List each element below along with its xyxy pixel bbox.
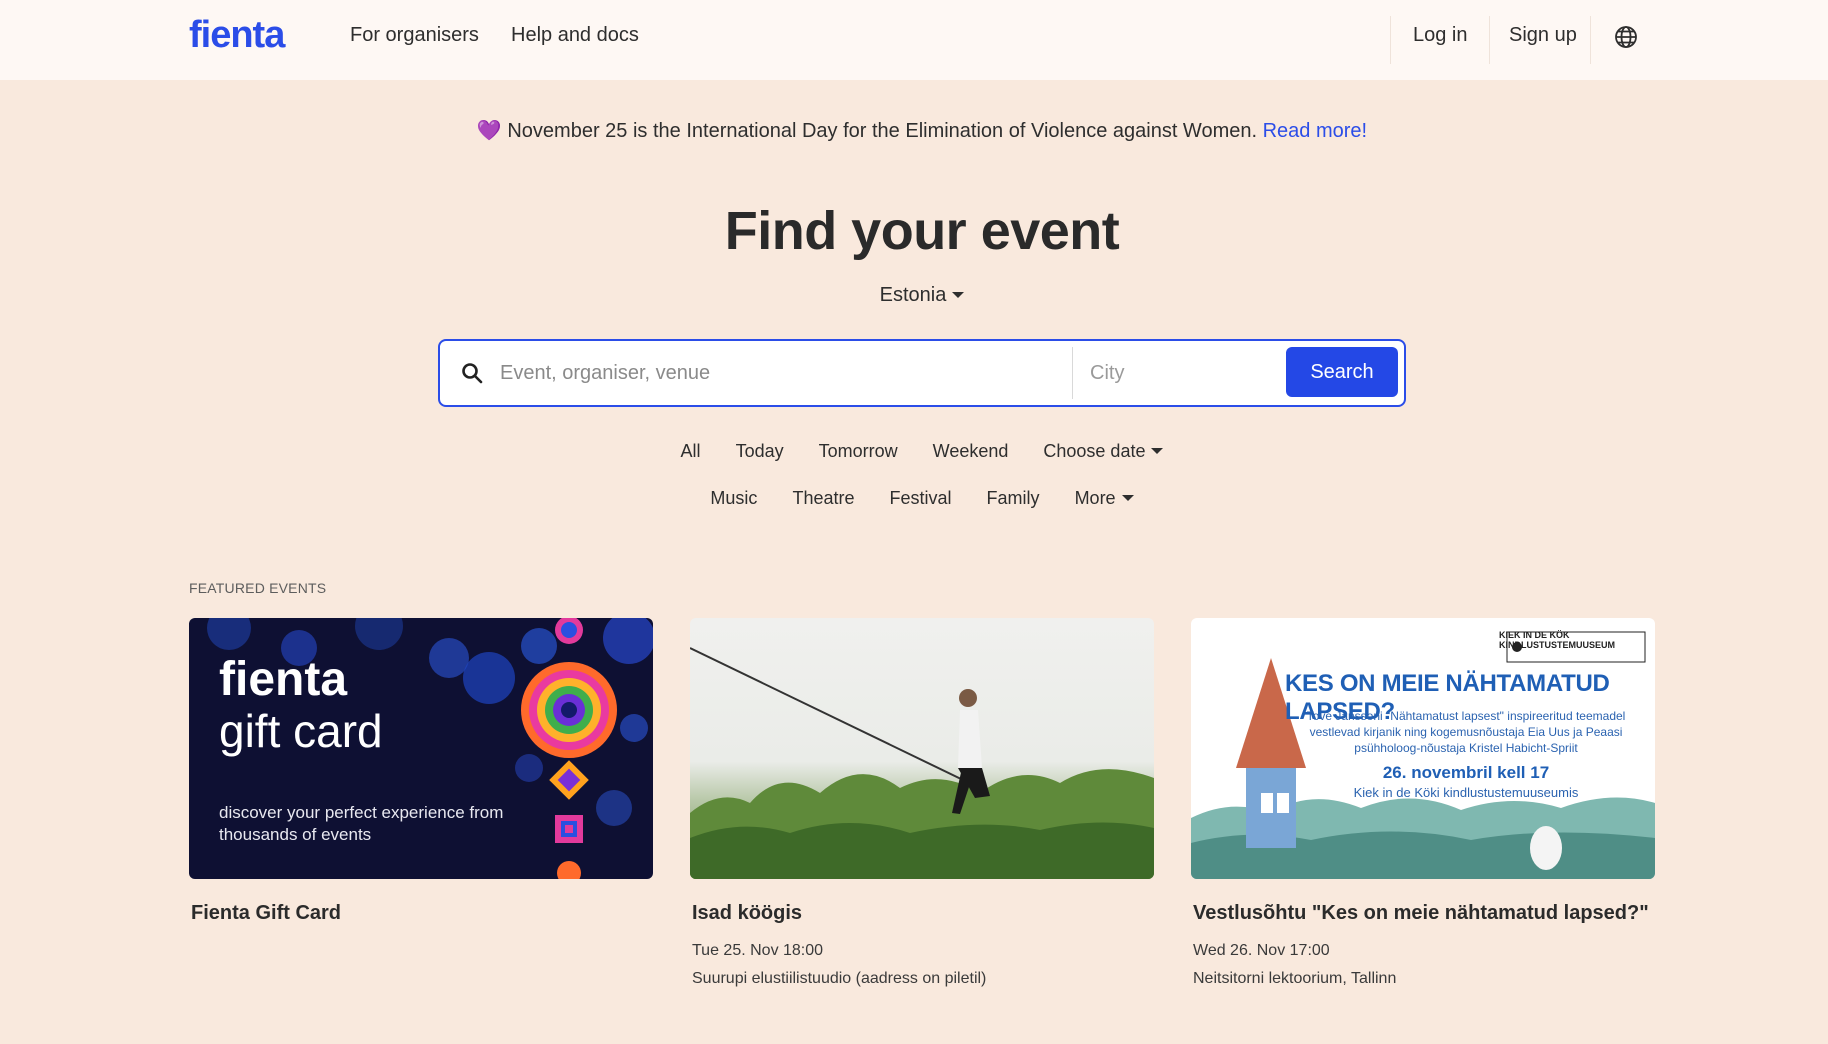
filter-weekend[interactable]: Weekend bbox=[933, 441, 1009, 462]
filter-choose-date[interactable]: Choose date bbox=[1043, 441, 1164, 462]
announcement-text: November 25 is the International Day for… bbox=[507, 120, 1258, 142]
event-date: Wed 26. Nov 17:00 bbox=[1193, 942, 1330, 959]
poster-date: 26. novembril kell 17 bbox=[1382, 763, 1550, 782]
category-filters: Music Theatre Festival Family More bbox=[0, 488, 1828, 509]
search-icon bbox=[462, 363, 483, 384]
event-title: Isad köögis bbox=[692, 902, 803, 924]
choose-date-label: Choose date bbox=[1043, 441, 1146, 461]
category-music[interactable]: Music bbox=[710, 488, 757, 509]
announcement-banner: 💜 November 25 is the International Day f… bbox=[0, 118, 1828, 143]
search-button[interactable]: Search bbox=[1286, 347, 1398, 397]
field-divider bbox=[1072, 347, 1073, 399]
caret-down-icon bbox=[1151, 448, 1164, 455]
nav-for-organisers[interactable]: For organisers bbox=[350, 24, 479, 47]
event-photo bbox=[690, 618, 1154, 879]
event-poster: KIEK IN DE KÖK KINDLUSTUSTEMUUSEUM KES O… bbox=[1191, 618, 1655, 879]
event-date: Tue 25. Nov 18:00 bbox=[692, 942, 824, 959]
city-input[interactable] bbox=[1090, 351, 1280, 395]
filter-today[interactable]: Today bbox=[736, 441, 784, 462]
purple-heart-icon: 💜 bbox=[476, 120, 502, 142]
gift-card-brand: fienta bbox=[219, 653, 348, 706]
more-label: More bbox=[1074, 488, 1116, 508]
divider bbox=[1590, 16, 1591, 64]
signup-link[interactable]: Sign up bbox=[1509, 24, 1577, 47]
event-title: Vestlusõhtu "Kes on meie nähtamatud laps… bbox=[1193, 902, 1649, 924]
museum-logo-text: KIEK IN DE KÖK KINDLUSTUSTEMUUSEUM bbox=[1499, 630, 1615, 650]
gift-card-tagline: discover your perfect experience from th… bbox=[219, 803, 504, 844]
featured-events-heading: FEATURED EVENTS bbox=[189, 580, 327, 596]
filter-tomorrow[interactable]: Tomorrow bbox=[819, 441, 898, 462]
caret-down-icon bbox=[952, 291, 965, 298]
category-festival[interactable]: Festival bbox=[890, 488, 952, 509]
globe-language-icon[interactable] bbox=[1614, 25, 1638, 49]
event-search-input[interactable] bbox=[500, 351, 1060, 395]
login-link[interactable]: Log in bbox=[1413, 24, 1468, 47]
country-label: Estonia bbox=[879, 284, 947, 306]
gift-card-image: fienta gift card discover your perfect e… bbox=[189, 618, 653, 879]
event-title: Fienta Gift Card bbox=[191, 902, 342, 924]
event-card-isad-koogis[interactable]: Isad köögis Tue 25. Nov 18:00 Suurupi el… bbox=[690, 618, 1154, 988]
poster-text: Tove Janssoni "Nähtamatust lapsest" insp… bbox=[1306, 709, 1626, 755]
category-family[interactable]: Family bbox=[987, 488, 1040, 509]
filter-all[interactable]: All bbox=[681, 441, 701, 462]
page-title: Find your event bbox=[724, 201, 1120, 261]
category-more[interactable]: More bbox=[1075, 488, 1134, 509]
divider bbox=[1489, 16, 1490, 64]
event-card-gift-card[interactable]: fienta gift card discover your perfect e… bbox=[189, 618, 653, 926]
date-filters: All Today Tomorrow Weekend Choose date bbox=[0, 441, 1828, 462]
search-bar: Search bbox=[438, 339, 1406, 407]
category-theatre[interactable]: Theatre bbox=[792, 488, 854, 509]
fienta-logo[interactable]: fienta bbox=[189, 14, 285, 57]
top-navigation-bar: fienta For organisers Help and docs Log … bbox=[0, 0, 1828, 80]
caret-down-icon bbox=[1121, 495, 1134, 502]
slackline-photo-illustration bbox=[690, 647, 1154, 879]
country-selector[interactable]: Estonia bbox=[0, 284, 1828, 307]
event-card-vestlusohtu[interactable]: KIEK IN DE KÖK KINDLUSTUSTEMUUSEUM KES O… bbox=[1191, 618, 1655, 988]
read-more-link[interactable]: Read more! bbox=[1263, 120, 1368, 142]
poster-place: Kiek in de Köki kindlustustemuuseumis bbox=[1353, 785, 1579, 800]
event-venue: Neitsitorni lektoorium, Tallinn bbox=[1193, 970, 1397, 987]
nav-help-and-docs[interactable]: Help and docs bbox=[511, 24, 639, 47]
gift-card-subtitle: gift card bbox=[219, 705, 383, 757]
event-venue: Suurupi elustiilistuudio (aadress on pil… bbox=[692, 970, 987, 987]
divider bbox=[1390, 16, 1391, 64]
